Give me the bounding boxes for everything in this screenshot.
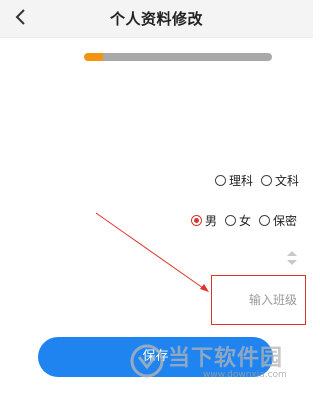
radio-circle-male[interactable] bbox=[191, 215, 202, 226]
radio-arts[interactable]: 文科 bbox=[261, 172, 299, 189]
class-input[interactable] bbox=[212, 276, 305, 324]
stepper-updown-icon[interactable] bbox=[286, 249, 298, 267]
radio-science[interactable]: 理科 bbox=[215, 172, 253, 189]
radio-label-secret: 保密 bbox=[273, 214, 298, 228]
radio-label-male: 男 bbox=[205, 214, 218, 228]
radio-circle-female[interactable] bbox=[225, 215, 237, 226]
radio-circle-secret[interactable] bbox=[259, 215, 271, 226]
radio-male[interactable]: 男 bbox=[191, 212, 217, 229]
class-input-box bbox=[211, 275, 306, 325]
radio-label-female: 女 bbox=[239, 214, 252, 228]
radio-label-arts: 文科 bbox=[275, 174, 300, 188]
profile-progress-bar bbox=[84, 53, 272, 61]
radio-circle-arts[interactable] bbox=[261, 175, 273, 186]
subject-radio-group: 理科 文科 bbox=[215, 172, 299, 189]
page-title: 个人资料修改 bbox=[109, 10, 203, 28]
radio-label-science: 理科 bbox=[229, 174, 254, 188]
radio-female[interactable]: 女 bbox=[225, 212, 251, 229]
progress-fill bbox=[84, 53, 103, 61]
header-bar: 个人资料修改 bbox=[0, 0, 313, 38]
save-button[interactable]: 保存 bbox=[38, 337, 273, 377]
radio-circle-science[interactable] bbox=[215, 175, 226, 186]
gender-radio-group: 男 女 保密 bbox=[191, 212, 297, 229]
radio-secret[interactable]: 保密 bbox=[259, 212, 297, 229]
